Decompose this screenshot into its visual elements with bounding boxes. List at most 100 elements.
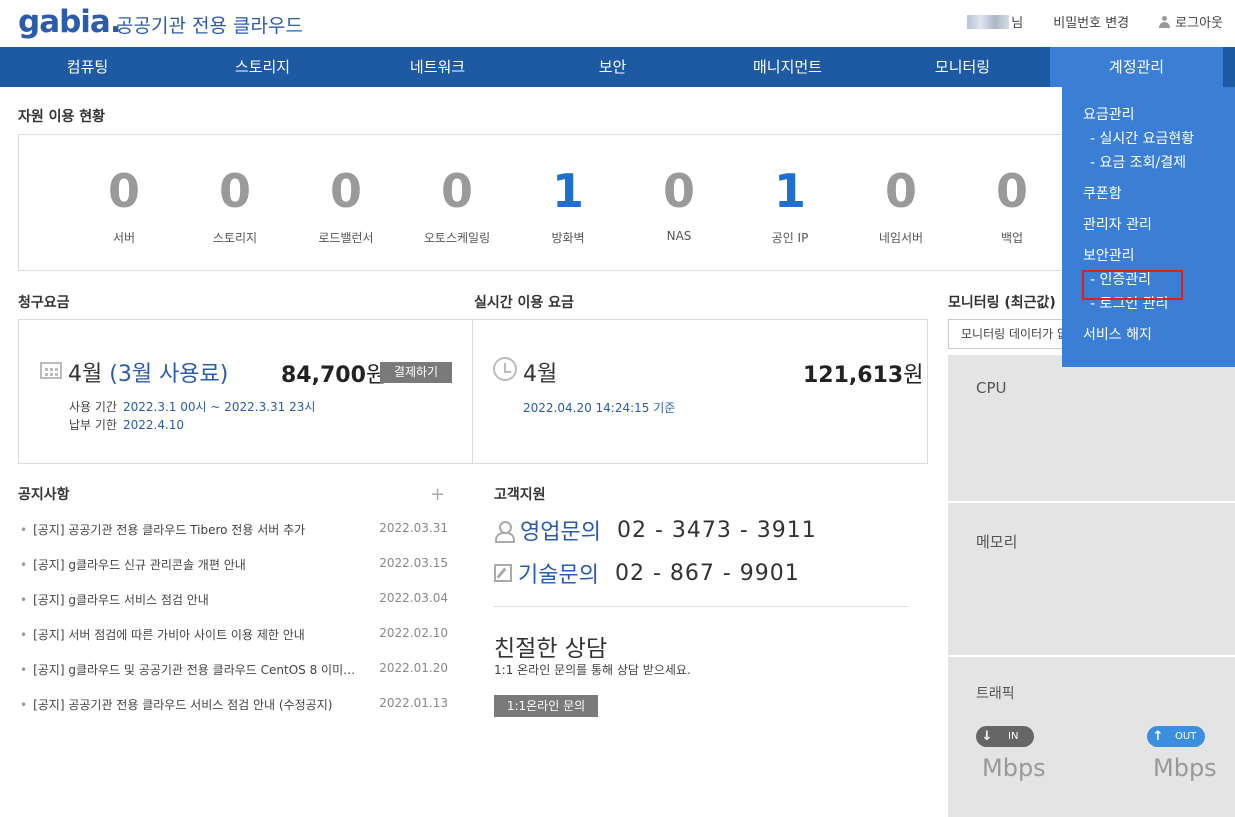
monitoring-select[interactable]: 모니터링 데이터가 없습니다 (948, 319, 1066, 349)
pay-button[interactable]: 결제하기 (380, 362, 452, 383)
resource-server[interactable]: 0 서버 (74, 163, 174, 246)
realtime-month: 4월 (523, 362, 558, 387)
menu-security[interactable]: 보안관리 (1062, 246, 1235, 270)
notice-title: [공지] g클라우드 서비스 점검 안내 (20, 591, 365, 608)
tech-phone: 02 - 867 - 9901 (614, 560, 800, 586)
notice-item[interactable]: [공지] g클라우드 및 공공기관 전용 클라우드 CentOS 8 이미지 지… (20, 661, 448, 678)
notice-title: [공지] 서버 점검에 따른 가비아 사이트 이용 제한 안내 (20, 626, 365, 643)
resource-nameserver[interactable]: 0 네임서버 (851, 163, 951, 246)
monitoring-title: 모니터링 (최근값) (948, 295, 1056, 311)
notice-item[interactable]: [공지] 공공기관 전용 클라우드 Tibero 전용 서버 추가 2022.03… (20, 521, 448, 538)
service-title: 공공기관 전용 클라우드 (116, 15, 303, 37)
resource-count: 0 (107, 164, 140, 218)
billing-divider (472, 319, 473, 464)
menu-billing-history[interactable]: - 요금 조회/결제 (1062, 153, 1235, 177)
realtime-timestamp: 2022.04.20 14:24:15 기준 (523, 401, 676, 415)
billing-amount-value: 84,700 (281, 363, 366, 388)
user-name-blurred (967, 14, 1010, 29)
menu-billing[interactable]: 요금관리 (1062, 105, 1235, 129)
menu-billing-realtime[interactable]: - 실시간 요금현황 (1062, 129, 1235, 153)
notice-item[interactable]: [공지] g클라우드 신규 관리콘솔 개편 안내 2022.03.15 (20, 556, 448, 573)
resource-label: NAS (666, 229, 692, 243)
resource-storage[interactable]: 0 스토리지 (185, 163, 285, 246)
nav-storage[interactable]: 스토리지 (175, 47, 350, 87)
notice-item[interactable]: [공지] 서버 점검에 따른 가비아 사이트 이용 제한 안내 2022.02.1… (20, 626, 448, 643)
memory-panel: 메모리 (948, 503, 1235, 655)
traffic-in-unit: Mbps (982, 754, 1046, 782)
notices-more-button[interactable]: + (430, 484, 445, 505)
cpu-panel: CPU (948, 355, 1235, 501)
resource-count: 0 (884, 164, 917, 218)
account-dropdown: 요금관리 - 실시간 요금현황 - 요금 조회/결제 쿠폰함 관리자 관리 보안… (1062, 87, 1235, 367)
calendar-icon (40, 362, 62, 379)
consult-title: 친절한 상담 (494, 636, 608, 662)
menu-admin[interactable]: 관리자 관리 (1062, 215, 1235, 239)
resource-loadbalancer[interactable]: 0 로드밸런서 (296, 163, 396, 246)
resource-label: 백업 (1000, 231, 1024, 245)
resource-label: 로드밸런서 (318, 231, 374, 245)
resource-count: 0 (440, 164, 473, 218)
notice-date: 2022.03.15 (379, 556, 448, 570)
resource-public-ip[interactable]: 1 공인 IP (740, 163, 840, 246)
notice-date: 2022.03.04 (379, 591, 448, 605)
resource-count: 0 (995, 164, 1028, 218)
notice-date: 2022.02.10 (379, 626, 448, 640)
resource-label: 네임서버 (878, 231, 924, 245)
gabia-logo[interactable]: gabia. (18, 4, 122, 40)
sales-contact: 영업문의 02 - 3473 - 3911 (494, 514, 817, 546)
resource-label: 방화벽 (551, 231, 585, 245)
menu-coupon[interactable]: 쿠폰함 (1062, 184, 1235, 208)
nav-monitoring[interactable]: 모니터링 (875, 47, 1050, 87)
notice-item[interactable]: [공지] g클라우드 서비스 점검 안내 2022.03.04 (20, 591, 448, 608)
edit-icon (494, 564, 512, 582)
top-links: 님 비밀번호 변경 로그아웃 (967, 12, 1223, 31)
main-nav: 컴퓨팅 스토리지 네트워크 보안 매니지먼트 모니터링 계정관리 (0, 47, 1235, 87)
nav-computing[interactable]: 컴퓨팅 (0, 47, 175, 87)
billing-due-label: 납부 기한 (69, 418, 117, 432)
clock-icon (493, 357, 517, 381)
billing-month-label: 4월 (68, 362, 103, 387)
notice-title: [공지] 공공기관 전용 클라우드 Tibero 전용 서버 추가 (20, 521, 365, 538)
arrow-down-icon: ↓ (981, 729, 993, 744)
menu-security-login[interactable]: - 로그인 관리 (1062, 294, 1235, 318)
user-suffix: 님 (1011, 16, 1024, 31)
logout-link[interactable]: 로그아웃 (1159, 12, 1223, 31)
memory-label: 메모리 (976, 533, 1018, 551)
billing-period: 사용 기간 2022.3.1 00시 ~ 2022.3.31 23시 (69, 398, 315, 415)
resource-count: 0 (329, 164, 362, 218)
resource-autoscaling[interactable]: 0 오토스케일링 (407, 163, 507, 246)
nav-account[interactable]: 계정관리 (1050, 47, 1223, 87)
resource-label: 서버 (112, 231, 136, 245)
billing-usage-month: (3월 사용료) (109, 362, 229, 387)
password-change-link[interactable]: 비밀번호 변경 (1053, 12, 1129, 31)
resource-backup[interactable]: 0 백업 (962, 163, 1062, 246)
menu-terminate[interactable]: 서비스 해지 (1062, 325, 1235, 349)
billing-due-value: 2022.4.10 (122, 418, 185, 432)
sales-phone: 02 - 3473 - 3911 (616, 517, 817, 543)
menu-security-auth[interactable]: - 인증관리 (1062, 270, 1235, 294)
person-icon (494, 520, 515, 543)
billing-title: 청구요금 (18, 295, 70, 311)
resource-nas[interactable]: 0 NAS (629, 163, 729, 243)
traffic-out-unit: Mbps (1153, 754, 1217, 782)
cpu-label: CPU (976, 379, 1007, 397)
resource-firewall[interactable]: 1 방화벽 (518, 163, 618, 246)
resource-count: 0 (662, 164, 695, 218)
online-inquiry-button[interactable]: 1:1온라인 문의 (494, 695, 598, 717)
notice-date: 2022.03.31 (379, 521, 448, 535)
resource-count: 1 (773, 164, 806, 218)
nav-network[interactable]: 네트워크 (350, 47, 525, 87)
in-label: IN (1008, 731, 1019, 742)
nav-management[interactable]: 매니지먼트 (700, 47, 875, 87)
resource-count: 1 (551, 164, 584, 218)
resource-label: 공인 IP (771, 231, 809, 245)
nav-security[interactable]: 보안 (525, 47, 700, 87)
traffic-in-badge: ↓ IN (976, 726, 1034, 747)
billing-due: 납부 기한 2022.4.10 (69, 416, 184, 433)
logout-label: 로그아웃 (1175, 16, 1223, 31)
tech-label: 기술문의 (518, 563, 599, 588)
tech-contact: 기술문의 02 - 867 - 9901 (494, 557, 800, 589)
notice-item[interactable]: [공지] 공공기관 전용 클라우드 서비스 점검 안내 (수정공지) 2022.0… (20, 696, 448, 713)
support-title: 고객지원 (494, 487, 546, 503)
billing-month: 4월 (3월 사용료) (68, 356, 228, 388)
